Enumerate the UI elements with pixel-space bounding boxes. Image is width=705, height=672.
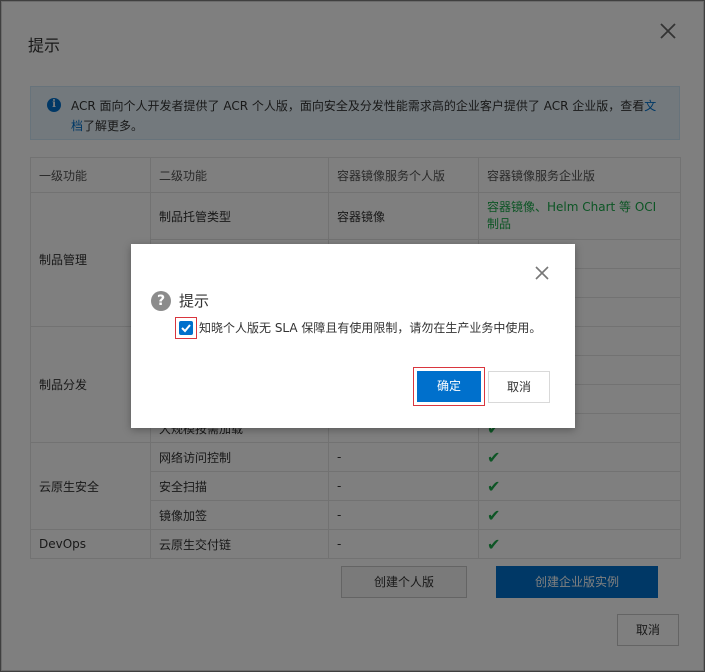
confirm-button[interactable]: 确定 [417,371,481,402]
ok-button-highlight: 确定 [413,367,485,406]
checkbox-checked-icon [179,321,193,335]
sla-checkbox[interactable] [175,317,197,339]
modal-cancel-button[interactable]: 取消 [488,371,550,403]
close-icon[interactable] [533,264,551,282]
modal-title: 提示 [179,292,210,310]
question-icon: ? [151,291,171,311]
confirm-modal: ? 提示 知晓个人版无 SLA 保障且有使用限制，请勿在生产业务中使用。 确定 … [131,244,575,428]
checkbox-label[interactable]: 知晓个人版无 SLA 保障且有使用限制，请勿在生产业务中使用。 [199,319,541,336]
